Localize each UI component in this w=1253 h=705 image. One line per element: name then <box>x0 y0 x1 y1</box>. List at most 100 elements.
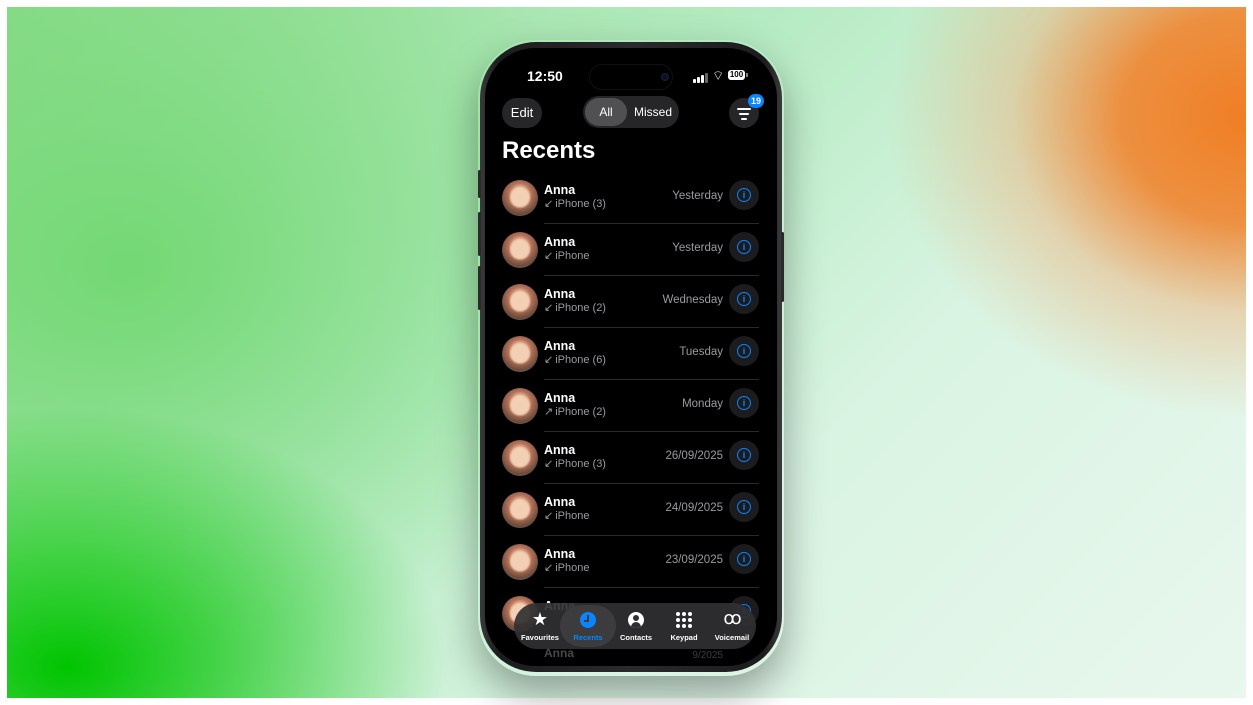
tab-label: Recents <box>573 633 603 642</box>
action-button <box>478 170 481 198</box>
segment-all[interactable]: All <box>585 98 627 126</box>
tab-label: Contacts <box>619 633 653 642</box>
row-divider <box>544 587 759 588</box>
tab-keypad[interactable]: Keypad <box>660 603 708 649</box>
info-icon: i <box>737 344 751 358</box>
avatar <box>502 284 538 320</box>
call-detail-label: iPhone (6) <box>555 354 606 366</box>
info-button[interactable]: i <box>729 284 759 314</box>
tab-favourites[interactable]: ★ Favourites <box>516 603 564 649</box>
power-button <box>781 232 784 302</box>
call-detail: ↗ iPhone (2) <box>544 405 606 418</box>
incoming-call-icon: ↙ <box>544 198 554 210</box>
battery-icon: 100 <box>728 70 745 80</box>
info-icon: i <box>737 500 751 514</box>
voicemail-icon: ꝏ <box>723 608 741 629</box>
call-date: Yesterday <box>672 242 723 254</box>
wifi-icon: ⌔ <box>712 68 725 83</box>
list-item[interactable]: Anna ↗ iPhone (2) Monday i <box>485 384 777 436</box>
list-item[interactable]: Anna ↙ iPhone 24/09/2025 i <box>485 488 777 540</box>
page-title: Recents <box>502 137 596 164</box>
caller-name: Anna <box>544 443 576 457</box>
volume-up-button <box>478 212 481 256</box>
incoming-call-icon: ↙ <box>544 510 554 522</box>
call-detail: ↙ iPhone (2) <box>544 301 606 314</box>
info-button[interactable]: i <box>729 232 759 262</box>
call-date: 9/2025 <box>692 650 723 661</box>
caller-name: Anna <box>544 183 576 197</box>
caller-name: Anna <box>544 287 576 301</box>
avatar <box>502 232 538 268</box>
info-button[interactable]: i <box>729 492 759 522</box>
row-divider <box>544 535 759 536</box>
call-detail-label: iPhone <box>555 250 590 262</box>
filter-count-badge: 19 <box>748 94 764 108</box>
tab-voicemail[interactable]: ꝏ Voicemail <box>708 603 756 649</box>
outgoing-call-icon: ↗ <box>544 406 554 418</box>
call-date: Tuesday <box>679 346 723 358</box>
battery-tip <box>746 73 748 77</box>
call-filter-segmented-control: All Missed <box>583 96 679 128</box>
list-item[interactable]: Anna ↙ iPhone (3) Yesterday i <box>485 176 777 228</box>
call-detail: ↙ iPhone (3) <box>544 197 606 210</box>
clock-icon <box>564 609 612 629</box>
tab-label: Voicemail <box>714 633 750 642</box>
filter-icon <box>737 108 751 123</box>
call-detail-label: iPhone (3) <box>555 458 606 470</box>
tab-contacts[interactable]: Contacts <box>612 603 660 649</box>
call-date: 23/09/2025 <box>665 554 723 566</box>
call-detail-label: iPhone (2) <box>555 406 606 418</box>
edit-button[interactable]: Edit <box>502 98 542 128</box>
call-detail-label: iPhone <box>555 510 590 522</box>
dynamic-island <box>590 65 672 89</box>
call-detail-label: iPhone <box>555 562 590 574</box>
list-item[interactable]: Anna ↙ iPhone (6) Tuesday i <box>485 332 777 384</box>
row-divider <box>544 379 759 380</box>
avatar <box>502 180 538 216</box>
avatar <box>502 388 538 424</box>
info-button[interactable]: i <box>729 544 759 574</box>
tab-recents[interactable]: Recents <box>560 603 616 649</box>
segment-missed[interactable]: Missed <box>631 98 675 126</box>
incoming-call-icon: ↙ <box>544 250 554 262</box>
info-icon: i <box>737 188 751 202</box>
tab-bar: ★ Favourites Recents Contacts Keypad ꝏ V… <box>514 603 756 649</box>
phone-screen: 12:50 ⌔ 100 Edit All Missed 19 Recents A… <box>485 48 777 666</box>
info-button[interactable]: i <box>729 440 759 470</box>
caller-name: Anna <box>544 547 576 561</box>
call-detail-label: iPhone (2) <box>555 302 606 314</box>
list-item[interactable]: Anna ↙ iPhone (3) 26/09/2025 i <box>485 436 777 488</box>
incoming-call-icon: ↙ <box>544 354 554 366</box>
list-item[interactable]: Anna ↙ iPhone Yesterday i <box>485 228 777 280</box>
avatar <box>502 492 538 528</box>
status-time: 12:50 <box>527 68 563 84</box>
keypad-icon <box>660 609 708 629</box>
camera-icon <box>661 73 669 81</box>
call-date: Monday <box>682 398 723 410</box>
info-button[interactable]: i <box>729 336 759 366</box>
row-divider <box>544 223 759 224</box>
volume-down-button <box>478 266 481 310</box>
call-detail-label: iPhone (3) <box>555 198 606 210</box>
row-divider <box>544 483 759 484</box>
list-item[interactable]: Anna ↙ iPhone 23/09/2025 i <box>485 540 777 592</box>
star-icon: ★ <box>531 609 549 629</box>
list-item[interactable]: Anna ↙ iPhone (2) Wednesday i <box>485 280 777 332</box>
caller-name: Anna <box>544 235 576 249</box>
call-date: Yesterday <box>672 190 723 202</box>
avatar <box>502 336 538 372</box>
caller-name: Anna <box>544 339 576 353</box>
incoming-call-icon: ↙ <box>544 458 554 470</box>
info-button[interactable]: i <box>729 388 759 418</box>
avatar <box>502 440 538 476</box>
row-divider <box>544 275 759 276</box>
row-divider <box>544 431 759 432</box>
info-icon: i <box>737 448 751 462</box>
info-button[interactable]: i <box>729 180 759 210</box>
avatar <box>502 544 538 580</box>
call-date: 24/09/2025 <box>665 502 723 514</box>
call-detail: ↙ iPhone <box>544 509 589 522</box>
call-detail: ↙ iPhone <box>544 249 589 262</box>
info-icon: i <box>737 396 751 410</box>
info-icon: i <box>737 292 751 306</box>
